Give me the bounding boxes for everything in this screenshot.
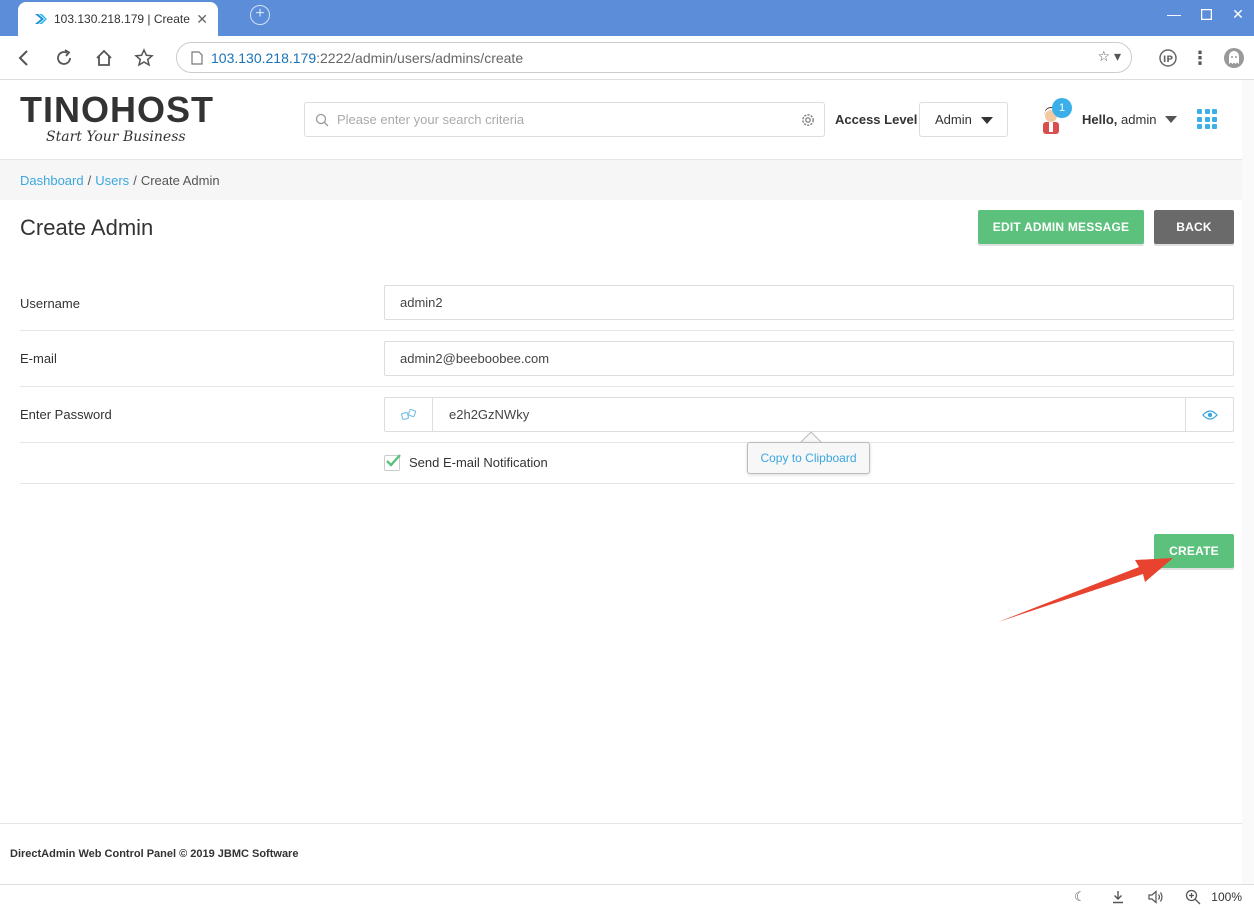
notification-row (20, 443, 1234, 484)
checkmark-icon (386, 454, 401, 467)
copy-to-clipboard-tooltip[interactable]: Copy to Clipboard (747, 442, 870, 474)
logo-tagline: Start Your Business (46, 129, 186, 145)
breadcrumb-current: Create Admin (140, 172, 220, 188)
address-path: :2222/admin/users/admins/create (316, 49, 524, 66)
svg-text:IP: IP (1163, 55, 1173, 65)
new-tab-icon[interactable]: + (250, 5, 270, 25)
profile-ghost-icon[interactable] (1222, 46, 1246, 70)
bookmark-star-icon[interactable] (132, 46, 156, 70)
menu-dots-icon[interactable]: ⋮ (1188, 46, 1212, 70)
caret-down-icon (981, 117, 993, 124)
tab-close-icon[interactable]: ✕ (196, 11, 208, 28)
hello-prefix: Hello, (1082, 112, 1118, 127)
logo-main-text: TINOHOST (20, 89, 214, 130)
user-menu-caret-icon[interactable] (1165, 116, 1177, 123)
browser-titlebar: 103.130.218.179 | Create A ✕ + — ✕ (0, 0, 1254, 36)
send-email-notification-label[interactable]: Send E-mail Notification (409, 455, 548, 470)
home-icon[interactable] (92, 46, 116, 70)
reload-icon[interactable] (52, 46, 76, 70)
search-settings-gear-icon[interactable] (800, 112, 816, 128)
tab-title: 103.130.218.179 | Create A (54, 12, 190, 26)
browser-tab[interactable]: 103.130.218.179 | Create A ✕ (18, 2, 218, 36)
red-annotation-arrow-icon (998, 558, 1173, 622)
footer-text: DirectAdmin Web Control Panel © 2019 JBM… (10, 848, 299, 860)
generate-password-button[interactable] (385, 398, 433, 431)
username-field[interactable]: admin2 (384, 285, 1234, 320)
maximize-icon[interactable] (1190, 0, 1222, 28)
show-password-button[interactable] (1185, 398, 1233, 431)
password-label: Enter Password (20, 407, 112, 422)
ip-extension-icon[interactable]: IP (1156, 46, 1180, 70)
access-level-select[interactable]: Admin (919, 102, 1008, 137)
zoom-level[interactable]: 100% (1211, 890, 1242, 904)
night-mode-moon-icon[interactable]: ☾ (1072, 889, 1088, 905)
breadcrumb-separator: / (87, 172, 92, 188)
tinohost-logo[interactable]: TINOHOST Start Your Business (20, 89, 214, 146)
breadcrumb-dashboard-link[interactable]: Dashboard (20, 173, 84, 188)
email-row: E-mail admin2@beeboobee.com (20, 331, 1234, 387)
window-controls: — ✕ (1158, 0, 1254, 28)
page-scrollbar[interactable] (1242, 80, 1254, 884)
apps-grid-icon[interactable] (1197, 109, 1217, 129)
generate-dice-icon (400, 408, 416, 420)
directadmin-favicon-icon (35, 14, 47, 24)
footer: DirectAdmin Web Control Panel © 2019 JBM… (0, 823, 1242, 884)
address-bar[interactable]: 103.130.218.179:2222/admin/users/admins/… (176, 42, 1132, 73)
email-label: E-mail (20, 351, 57, 366)
page-title: Create Admin (20, 215, 154, 240)
close-window-icon[interactable]: ✕ (1222, 0, 1254, 28)
notification-badge[interactable]: 1 (1052, 98, 1072, 118)
search-box[interactable] (304, 102, 825, 137)
search-icon (315, 113, 329, 126)
access-level-value: Admin (935, 112, 972, 127)
back-button[interactable]: BACK (1154, 210, 1234, 244)
speaker-icon[interactable] (1148, 889, 1164, 905)
user-greeting[interactable]: Hello, admin (1082, 112, 1156, 127)
breadcrumb-users-link[interactable]: Users (95, 173, 129, 188)
browser-statusbar: ☾ 100% (0, 884, 1254, 908)
breadcrumb-separator: / (133, 172, 137, 188)
eye-icon (1201, 409, 1218, 420)
username-row: Username admin2 (20, 276, 1234, 331)
edit-admin-message-button[interactable]: EDIT ADMIN MESSAGE (978, 210, 1144, 244)
breadcrumb: Dashboard / Users / Create Admin (0, 160, 1242, 200)
password-row: Enter Password e2h2GzNWky (20, 387, 1234, 443)
access-level-label: Access Level (835, 112, 918, 127)
address-host: 103.130.218.179 (211, 49, 317, 66)
email-field[interactable]: admin2@beeboobee.com (384, 341, 1234, 376)
favorite-star-icon[interactable]: ☆ ▾ (1098, 48, 1121, 65)
page-header: TINOHOST Start Your Business Access Leve… (0, 80, 1242, 160)
username-label: Username (20, 296, 80, 311)
minimize-icon[interactable]: — (1158, 0, 1190, 28)
send-email-notification-checkbox[interactable] (384, 454, 401, 471)
search-input[interactable] (337, 112, 797, 127)
password-input-group: e2h2GzNWky (384, 397, 1234, 432)
page-info-icon[interactable] (191, 50, 203, 65)
download-icon[interactable] (1110, 889, 1126, 905)
zoom-magnifier-icon[interactable] (1185, 889, 1201, 905)
back-arrow-icon[interactable] (12, 46, 36, 70)
hello-username: admin (1121, 112, 1157, 127)
browser-toolbar: 103.130.218.179:2222/admin/users/admins/… (0, 36, 1254, 80)
password-field[interactable]: e2h2GzNWky (433, 407, 1185, 422)
